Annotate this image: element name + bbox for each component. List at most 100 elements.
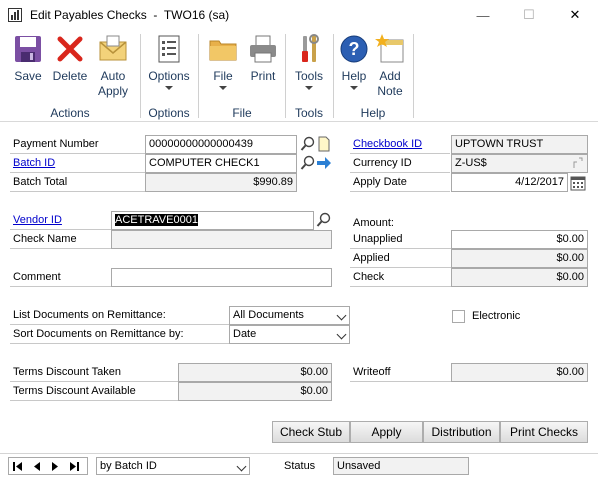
batch-id-link[interactable]: Batch ID	[13, 157, 55, 169]
close-icon: ✕	[569, 7, 581, 22]
minimize-icon: —	[476, 7, 490, 23]
previous-record-icon[interactable]	[33, 462, 41, 471]
first-record-icon[interactable]	[13, 462, 23, 471]
applied-label: Applied	[350, 249, 451, 268]
delete-x-icon	[57, 36, 83, 62]
chevron-down-icon	[305, 86, 313, 90]
chevron-down-icon	[219, 86, 227, 90]
lookup-magnifier-icon[interactable]	[300, 155, 316, 171]
go-to-arrow-icon[interactable]	[316, 155, 332, 171]
electronic-label: Electronic	[472, 310, 521, 322]
list-documents-select[interactable]: All Documents	[229, 306, 350, 325]
printer-icon	[250, 35, 276, 63]
check-name-field	[111, 230, 332, 249]
writeoff-field: $0.00	[451, 363, 588, 382]
new-document-icon[interactable]	[316, 136, 332, 152]
check-stub-button[interactable]: Check Stub	[272, 421, 350, 443]
help-button[interactable]: ? Help	[336, 33, 372, 90]
electronic-checkbox[interactable]	[452, 310, 465, 323]
close-button[interactable]: ✕	[552, 0, 598, 30]
group-tools-label: Tools	[294, 106, 323, 120]
sort-by-value: by Batch ID	[100, 460, 157, 472]
unapplied-label: Unapplied	[350, 230, 451, 249]
sort-documents-value: Date	[233, 328, 257, 340]
tools-label: Tools	[294, 69, 323, 83]
comment-field[interactable]	[111, 268, 332, 287]
ribbon: Save Delete Auto Apply Actions Options O…	[0, 30, 598, 122]
lookup-magnifier-icon[interactable]	[316, 212, 332, 228]
file-label: File	[213, 69, 233, 83]
comment-label: Comment	[10, 268, 111, 287]
group-options-label: Options	[148, 106, 190, 120]
apply-date-label: Apply Date	[350, 173, 450, 192]
vendor-id-link[interactable]: Vendor ID	[13, 214, 62, 226]
maximize-button[interactable]: ☐	[506, 0, 552, 30]
sort-documents-label: Sort Documents on Remittance by:	[10, 325, 229, 344]
chevron-down-icon	[350, 86, 358, 90]
lookup-magnifier-icon[interactable]	[300, 136, 316, 152]
batch-total-label: Batch Total	[10, 173, 145, 192]
sort-documents-select[interactable]: Date	[229, 325, 350, 344]
group-actions-label: Actions	[50, 106, 90, 120]
payment-number-field[interactable]: 00000000000000439	[145, 135, 297, 154]
chevron-down-icon	[336, 329, 347, 340]
delete-label: Delete	[52, 69, 88, 83]
check-amount-field: $0.00	[451, 268, 588, 287]
add-note-label: Add Note	[377, 69, 403, 98]
vendor-id-value: ACETRAVE0001	[115, 214, 198, 226]
group-file-label: File	[232, 106, 252, 120]
checkbook-id-link[interactable]: Checkbook ID	[353, 138, 422, 150]
currency-expand-icon[interactable]	[571, 156, 585, 170]
add-note-button[interactable]: Add Note	[372, 33, 408, 99]
terms-available-field: $0.00	[178, 382, 332, 401]
status-value: Unsaved	[333, 457, 469, 475]
save-button[interactable]: Save	[8, 33, 48, 84]
save-icon	[15, 36, 41, 62]
next-record-icon[interactable]	[51, 462, 59, 471]
currency-id-label: Currency ID	[350, 154, 450, 173]
options-label: Options	[148, 69, 190, 83]
sort-by-select[interactable]: by Batch ID	[96, 457, 250, 475]
apply-date-field[interactable]: 4/12/2017	[451, 173, 568, 192]
payment-number-label: Payment Number	[10, 135, 145, 154]
terms-taken-label: Terms Discount Taken	[10, 363, 178, 382]
check-name-label: Check Name	[10, 230, 111, 249]
window-title: Edit Payables Checks - TWO16 (sa)	[30, 8, 230, 22]
auto-apply-button[interactable]: Auto Apply	[92, 33, 134, 99]
last-record-icon[interactable]	[69, 462, 79, 471]
group-help-label: Help	[360, 106, 386, 120]
options-list-icon	[158, 35, 180, 63]
unapplied-field[interactable]: $0.00	[451, 230, 588, 249]
app-icon	[8, 8, 22, 22]
checkbook-id-field: UPTOWN TRUST	[451, 135, 588, 154]
maximize-icon: ☐	[523, 7, 535, 22]
status-bar: by Batch ID Status Unsaved	[0, 453, 598, 477]
note-star-icon	[375, 34, 404, 63]
save-label: Save	[14, 69, 42, 83]
tools-icon	[302, 34, 319, 62]
file-button[interactable]: File	[205, 33, 241, 90]
print-button[interactable]: Print	[244, 33, 282, 84]
chevron-down-icon	[236, 461, 247, 472]
terms-taken-field: $0.00	[178, 363, 332, 382]
currency-id-field: Z-US$	[451, 154, 588, 173]
help-question-icon: ?	[340, 35, 368, 63]
calendar-icon[interactable]	[570, 175, 586, 191]
vendor-id-field[interactable]: ACETRAVE0001	[111, 211, 314, 230]
batch-id-field[interactable]: COMPUTER CHECK1	[145, 154, 297, 173]
minimize-button[interactable]: —	[460, 0, 506, 30]
print-checks-button[interactable]: Print Checks	[500, 421, 588, 443]
delete-button[interactable]: Delete	[50, 33, 90, 84]
list-documents-label: List Documents on Remittance:	[10, 306, 229, 325]
options-button[interactable]: Options	[144, 33, 194, 90]
envelope-icon	[99, 35, 127, 61]
record-navigator	[8, 457, 88, 475]
auto-apply-label: Auto Apply	[97, 69, 129, 98]
batch-id-label: Batch ID	[10, 154, 145, 173]
apply-button[interactable]: Apply	[350, 421, 423, 443]
distribution-button[interactable]: Distribution	[423, 421, 500, 443]
tools-button[interactable]: Tools	[290, 33, 328, 90]
applied-field: $0.00	[451, 249, 588, 268]
batch-total-field: $990.89	[145, 173, 297, 192]
terms-available-label: Terms Discount Available	[10, 382, 178, 401]
